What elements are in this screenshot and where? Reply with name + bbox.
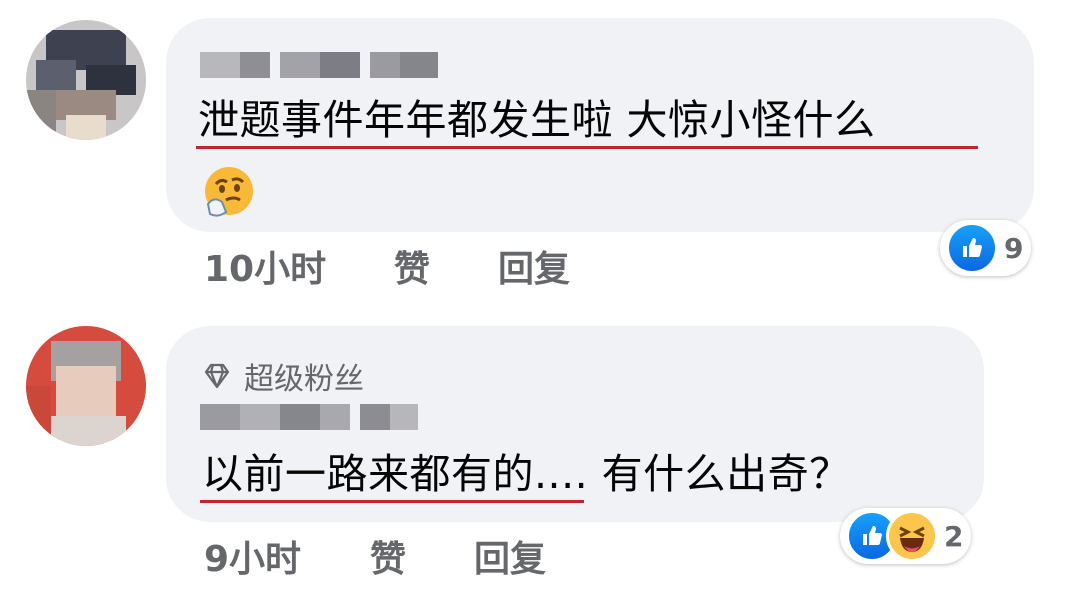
haha-icon <box>886 510 938 562</box>
reaction-count: 9 <box>1004 231 1024 265</box>
reply-button[interactable]: 回复 <box>474 530 546 582</box>
like-button[interactable]: 赞 <box>394 240 430 292</box>
text-underline <box>200 500 584 503</box>
comment-time[interactable]: 9小时 <box>204 530 301 582</box>
reaction-count: 2 <box>944 519 964 553</box>
text-underline <box>196 146 978 149</box>
avatar[interactable] <box>26 20 146 140</box>
avatar[interactable] <box>26 326 146 446</box>
diamond-icon <box>202 361 232 391</box>
author-name[interactable] <box>200 52 440 78</box>
reply-button[interactable]: 回复 <box>498 240 570 292</box>
author-name[interactable] <box>200 404 418 430</box>
like-button[interactable]: 赞 <box>370 530 406 582</box>
comment-bubble: 超级粉丝 以前一路来都有的.... 有什么出奇？ <box>166 326 984 522</box>
comment-time[interactable]: 10小时 <box>204 240 326 292</box>
comment-text: 以前一路来都有的.... 有什么出奇？ <box>202 450 851 498</box>
thinking-face-icon <box>202 164 256 218</box>
badge-label: 超级粉丝 <box>244 362 364 397</box>
reaction-summary[interactable]: 9 <box>940 220 1032 276</box>
comment-text: 泄题事件年年都发生啦 大惊小怪什么 <box>198 96 876 144</box>
like-icon <box>946 222 998 274</box>
comment-bubble: 泄题事件年年都发生啦 大惊小怪什么 <box>166 18 1034 232</box>
top-fan-badge: 超级粉丝 <box>202 354 364 398</box>
reaction-summary[interactable]: 2 <box>840 508 972 564</box>
